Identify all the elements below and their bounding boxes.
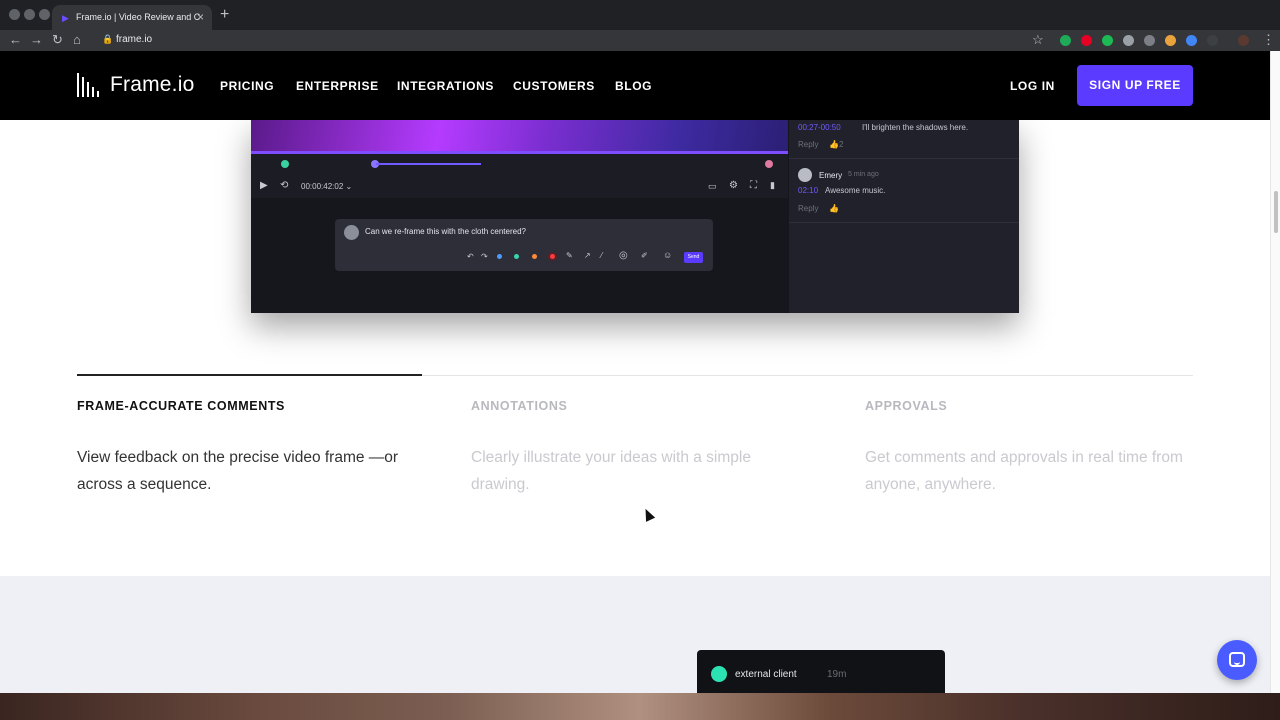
nav-link-customers[interactable]: CUSTOMERS bbox=[513, 79, 595, 93]
timeline-track bbox=[251, 154, 788, 174]
comment-timecode: 02:10 bbox=[798, 186, 819, 195]
back-icon[interactable]: ← bbox=[9, 32, 22, 47]
presence-card: external client 19m bbox=[697, 650, 945, 693]
bookmark-star-icon[interactable]: ☆ bbox=[1032, 32, 1044, 48]
active-tab-indicator bbox=[77, 374, 422, 376]
site-header: Frame.io PRICING ENTERPRISE INTEGRATIONS… bbox=[0, 51, 1270, 120]
extension-tag-icon[interactable] bbox=[1123, 35, 1134, 46]
timeline-range bbox=[376, 163, 481, 165]
like-count: 2 bbox=[839, 140, 844, 149]
profile-avatar[interactable] bbox=[1238, 35, 1249, 46]
status-dot-icon bbox=[711, 666, 727, 682]
window-close-control[interactable] bbox=[9, 9, 20, 20]
send-button: Send bbox=[684, 252, 703, 263]
new-tab-icon[interactable]: + bbox=[220, 7, 229, 23]
like-icon: 👍 bbox=[829, 140, 839, 149]
reply-link: Reply bbox=[798, 204, 819, 213]
volume-icon: ▮ bbox=[770, 180, 775, 190]
nav-link-enterprise[interactable]: ENTERPRISE bbox=[296, 79, 379, 93]
avatar bbox=[798, 168, 812, 182]
browser-menu-icon[interactable]: ⋮ bbox=[1262, 32, 1275, 48]
comment-text: I'll brighten the shadows here. bbox=[862, 123, 969, 132]
product-demo-screenshot: ▶ ⟲ 00:00:42:02 ⌄ ▭ ⚙ ⛶ ▮ Can we re-fram… bbox=[251, 120, 1019, 313]
redo-icon: ↷ bbox=[481, 252, 488, 261]
extension-pinterest-icon[interactable] bbox=[1081, 35, 1092, 46]
video-frame bbox=[251, 120, 788, 153]
line-icon: ⁄ bbox=[601, 251, 603, 260]
extension-grammarly-icon[interactable] bbox=[1060, 35, 1071, 46]
feature-description: Get comments and approvals in real time … bbox=[865, 449, 1183, 493]
next-section-background bbox=[0, 576, 1270, 693]
feature-description: View feedback on the precise video frame… bbox=[77, 449, 399, 493]
login-link[interactable]: LOG IN bbox=[1010, 79, 1055, 93]
nav-link-integrations[interactable]: INTEGRATIONS bbox=[397, 79, 494, 93]
arrow-icon: ↗ bbox=[584, 251, 591, 260]
timecode: 00:00:42:02 ⌄ bbox=[301, 182, 353, 191]
avatar bbox=[344, 225, 359, 240]
presence-name: external client bbox=[735, 669, 797, 680]
color-orange-icon bbox=[532, 254, 537, 259]
play-icon: ▶ bbox=[260, 180, 268, 191]
browser-tab-strip: ▶ Frame.io | Video Review and C × + bbox=[0, 0, 1280, 30]
comment-draft: Can we re-frame this with the cloth cent… bbox=[365, 227, 526, 236]
comment-age: 5 min ago bbox=[848, 171, 879, 178]
feature-title[interactable]: FRAME-ACCURATE COMMENTS bbox=[77, 399, 285, 413]
tab-title: Frame.io | Video Review and C bbox=[76, 12, 201, 22]
nav-link-pricing[interactable]: PRICING bbox=[220, 79, 274, 93]
extension-multi-icon[interactable] bbox=[1186, 35, 1197, 46]
nav-link-blog[interactable]: BLOG bbox=[615, 79, 652, 93]
like-icon: 👍 bbox=[829, 204, 839, 213]
logo-wordmark[interactable]: Frame.io bbox=[110, 73, 194, 97]
feature-description: Clearly illustrate your ideas with a sim… bbox=[471, 449, 751, 493]
hero-photo-strip bbox=[0, 693, 1280, 720]
chat-icon bbox=[1229, 652, 1245, 667]
caption-icon: ▭ bbox=[708, 181, 717, 191]
extension-orange-icon[interactable] bbox=[1165, 35, 1176, 46]
presence-time: 19m bbox=[827, 669, 847, 680]
frameio-favicon-icon: ▶ bbox=[62, 13, 69, 23]
reload-icon[interactable]: ↻ bbox=[52, 32, 63, 48]
comment-timecode: 00:27-00:50 bbox=[798, 123, 841, 132]
player-controls: ▶ ⟲ 00:00:42:02 ⌄ ▭ ⚙ ⛶ ▮ bbox=[251, 174, 788, 198]
undo-icon: ↶ bbox=[467, 252, 474, 261]
page-scrollbar[interactable] bbox=[1270, 51, 1280, 693]
comment-divider bbox=[789, 158, 1019, 159]
pen-icon: ✎ bbox=[566, 251, 573, 260]
extension-green-icon[interactable] bbox=[1102, 35, 1113, 46]
lock-icon: 🔒 bbox=[102, 34, 114, 44]
url-field[interactable]: frame.io bbox=[116, 34, 152, 45]
loop-icon: ⟲ bbox=[280, 180, 289, 191]
window-zoom-control[interactable] bbox=[39, 9, 50, 20]
comment-text: Awesome music. bbox=[825, 186, 886, 195]
tab-close-icon[interactable]: × bbox=[197, 10, 204, 24]
emoji-icon: ☺ bbox=[663, 250, 673, 260]
brush-icon: ✐ bbox=[641, 251, 648, 260]
signup-button[interactable]: SIGN UP FREE bbox=[1077, 65, 1193, 106]
timeline-marker-icon bbox=[765, 160, 773, 168]
window-minimize-control[interactable] bbox=[24, 9, 35, 20]
chat-launcher-button[interactable] bbox=[1217, 640, 1257, 680]
comment-divider bbox=[789, 222, 1019, 223]
scrollbar-thumb[interactable] bbox=[1274, 191, 1278, 233]
timeline-marker-icon bbox=[281, 160, 289, 168]
address-bar: ← → ↻ ⌂ 🔒 frame.io ☆ ⋮ bbox=[0, 30, 1280, 51]
gear-icon: ⚙ bbox=[729, 180, 738, 191]
color-red-icon bbox=[550, 254, 555, 259]
home-icon[interactable]: ⌂ bbox=[73, 32, 81, 47]
mouse-cursor-icon bbox=[641, 506, 656, 522]
feature-title[interactable]: ANNOTATIONS bbox=[471, 399, 567, 413]
fullscreen-icon: ⛶ bbox=[750, 180, 757, 191]
extension-dark-icon[interactable] bbox=[1207, 35, 1218, 46]
color-teal-icon bbox=[514, 254, 519, 259]
feature-title[interactable]: APPROVALS bbox=[865, 399, 947, 413]
extension-box-icon[interactable] bbox=[1144, 35, 1155, 46]
circle-icon: ◎ bbox=[619, 250, 628, 261]
comment-composer: Can we re-frame this with the cloth cent… bbox=[335, 219, 713, 271]
browser-tab[interactable]: ▶ Frame.io | Video Review and C × bbox=[52, 5, 212, 30]
comments-panel: 00:27-00:50 I'll brighten the shadows he… bbox=[789, 120, 1019, 313]
comment-author: Emery bbox=[819, 171, 843, 180]
color-blue-icon bbox=[497, 254, 502, 259]
forward-icon[interactable]: → bbox=[30, 32, 43, 47]
reply-link: Reply bbox=[798, 140, 819, 149]
